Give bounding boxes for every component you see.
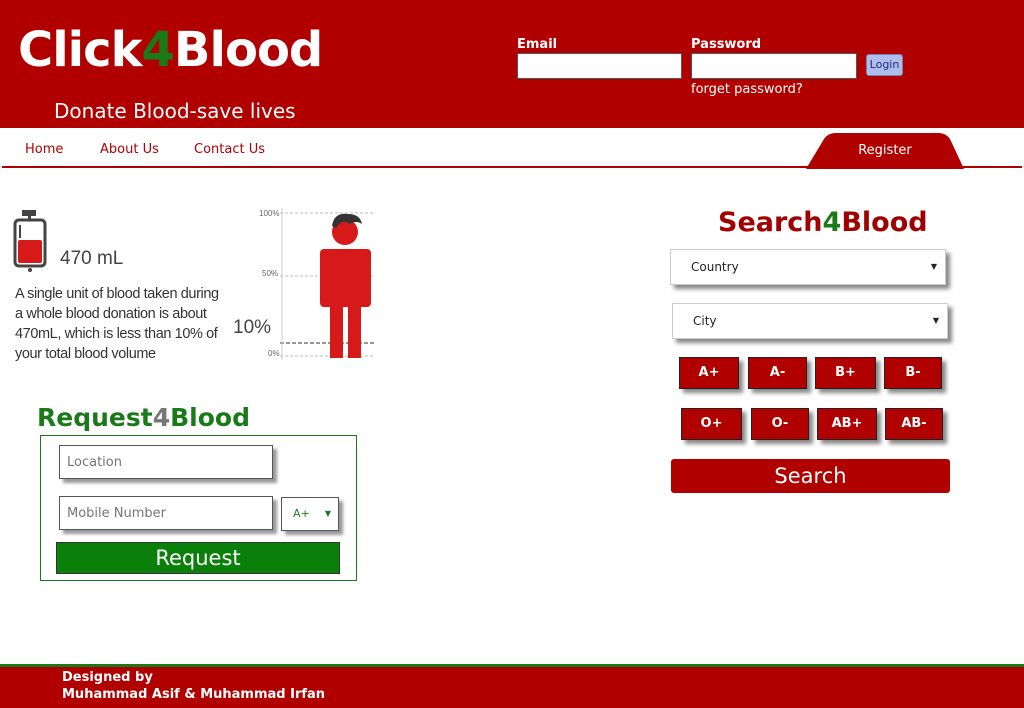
- search-title-four: 4: [822, 207, 842, 238]
- footer-authors: Muhammad Asif & Muhammad Irfan: [62, 687, 326, 702]
- dropdown-arrow-icon: ▼: [324, 509, 331, 518]
- country-select[interactable]: Country ▼: [670, 249, 946, 285]
- blood-bag-icon: [13, 210, 47, 272]
- location-input[interactable]: [59, 445, 273, 479]
- request-title-part1: Request: [37, 403, 153, 432]
- blood-group-o-pos-button[interactable]: O+: [681, 408, 742, 440]
- dropdown-arrow-icon: ▼: [932, 316, 939, 325]
- blood-group-a-neg-button[interactable]: A-: [748, 357, 807, 389]
- login-button[interactable]: Login: [866, 54, 903, 76]
- info-text: A single unit of blood taken during a wh…: [15, 286, 219, 362]
- forget-password-link[interactable]: forget password?: [691, 82, 803, 97]
- password-input[interactable]: [691, 53, 857, 79]
- email-label: Email: [517, 37, 558, 52]
- nav-about-us[interactable]: About Us: [100, 142, 159, 157]
- country-selected: Country: [691, 260, 739, 274]
- header: Click4Blood Donate Blood-save lives Emai…: [0, 0, 1024, 128]
- search-button[interactable]: Search: [671, 459, 950, 493]
- register-tab[interactable]: Register: [806, 133, 964, 169]
- blood-group-select[interactable]: A+ ▼: [281, 497, 339, 531]
- request-title-four: 4: [152, 403, 171, 432]
- blood-group-b-neg-button[interactable]: B-: [884, 357, 942, 389]
- volume-label: 470 mL: [60, 248, 124, 269]
- request-title-part3: Blood: [170, 403, 250, 432]
- footer: Designed by Muhammad Asif & Muhammad Irf…: [0, 667, 1024, 708]
- nav-home[interactable]: Home: [25, 142, 63, 157]
- footer-designed-by: Designed by: [62, 670, 153, 685]
- pct-100-label: 100%: [259, 209, 280, 218]
- mobile-number-input[interactable]: [59, 496, 273, 530]
- pct-10-label: 10%: [233, 317, 272, 338]
- nav-contact-us[interactable]: Contact Us: [194, 142, 265, 157]
- search-title-part3: Blood: [841, 207, 928, 238]
- logo[interactable]: Click4Blood: [18, 22, 323, 78]
- person-figure-icon: [280, 208, 375, 360]
- logo-click: Click: [18, 22, 143, 78]
- search-title-part1: Search: [718, 207, 823, 238]
- blood-info-graphic: 470 mL A single unit of blood taken duri…: [10, 200, 380, 370]
- register-label: Register: [858, 143, 912, 158]
- password-label: Password: [691, 37, 762, 52]
- blood-group-o-neg-button[interactable]: O-: [751, 408, 809, 440]
- pct-50-label: 50%: [262, 269, 279, 278]
- city-select[interactable]: City ▼: [672, 303, 948, 339]
- blood-group-a-pos-button[interactable]: A+: [679, 357, 739, 389]
- logo-blood: Blood: [173, 22, 323, 78]
- logo-four: 4: [141, 22, 175, 78]
- blood-group-selected: A+: [293, 507, 310, 520]
- blood-group-ab-pos-button[interactable]: AB+: [817, 408, 877, 440]
- pct-0-label: 0%: [268, 349, 280, 358]
- tagline: Donate Blood-save lives: [54, 99, 296, 123]
- request-title: Request4Blood: [37, 402, 250, 434]
- blood-group-b-pos-button[interactable]: B+: [815, 357, 876, 389]
- email-input[interactable]: [517, 53, 682, 79]
- city-selected: City: [693, 314, 717, 328]
- blood-group-ab-neg-button[interactable]: AB-: [885, 408, 943, 440]
- dropdown-arrow-icon: ▼: [930, 262, 937, 271]
- app-root: Click4Blood Donate Blood-save lives Emai…: [0, 0, 1024, 708]
- search-title: Search4Blood: [718, 206, 928, 240]
- request-button[interactable]: Request: [56, 542, 340, 574]
